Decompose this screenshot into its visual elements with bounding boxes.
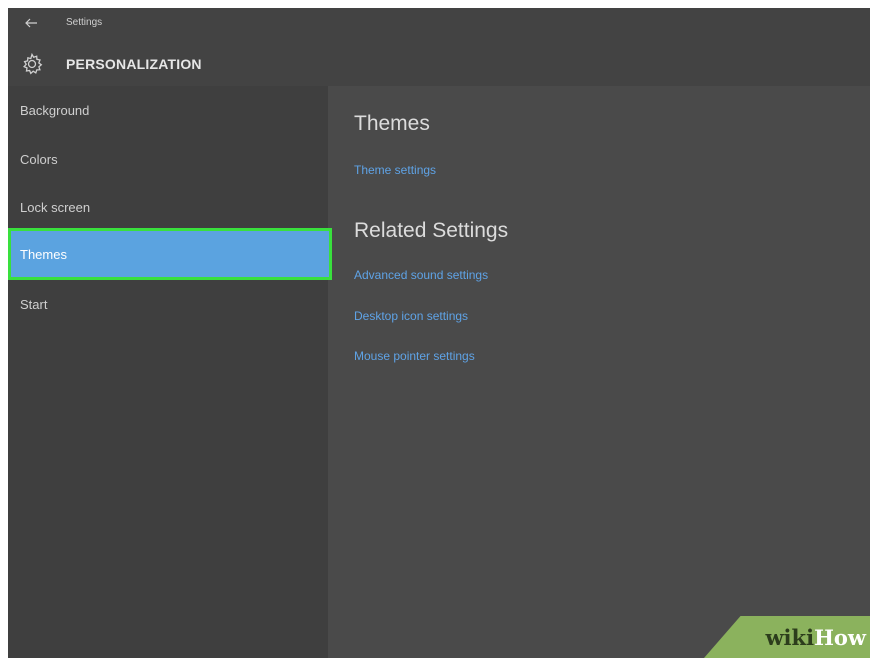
- sidebar-item-label: Colors: [20, 151, 58, 167]
- settings-window: Settings PERSONALIZATION Background Colo…: [8, 8, 870, 658]
- sidebar-item-label: Themes: [20, 246, 67, 262]
- watermark-part-wiki: wiki: [765, 624, 815, 650]
- sidebar-item-start[interactable]: Start: [8, 280, 328, 328]
- sidebar-item-background[interactable]: Background: [8, 86, 328, 134]
- sidebar-item-label: Start: [20, 296, 48, 312]
- sidebar-item-label: Background: [20, 102, 90, 118]
- arrow-left-icon: [25, 18, 37, 28]
- app-title: Settings: [66, 17, 103, 28]
- section-title: PERSONALIZATION: [66, 56, 202, 72]
- desktop-icon-settings-link[interactable]: Desktop icon settings: [354, 309, 468, 323]
- sidebar-item-lock-screen[interactable]: Lock screen: [8, 183, 328, 231]
- mouse-pointer-settings-link[interactable]: Mouse pointer settings: [354, 349, 475, 363]
- gear-icon: [23, 52, 43, 75]
- related-settings-heading: Related Settings: [354, 219, 509, 242]
- sidebar-item-label: Lock screen: [20, 199, 91, 215]
- theme-settings-link[interactable]: Theme settings: [354, 163, 436, 177]
- themes-heading: Themes: [354, 112, 430, 135]
- back-button[interactable]: [20, 12, 42, 34]
- sidebar-item-colors[interactable]: Colors: [8, 135, 328, 183]
- watermark-part-how: How: [814, 624, 866, 650]
- advanced-sound-settings-link[interactable]: Advanced sound settings: [354, 268, 488, 282]
- title-bar: Settings PERSONALIZATION: [8, 8, 870, 86]
- sidebar-item-themes[interactable]: Themes: [8, 228, 332, 280]
- main-content: Themes Theme settings Related Settings A…: [328, 86, 870, 658]
- sidebar: Background Colors Lock screen Themes Sta…: [8, 86, 332, 658]
